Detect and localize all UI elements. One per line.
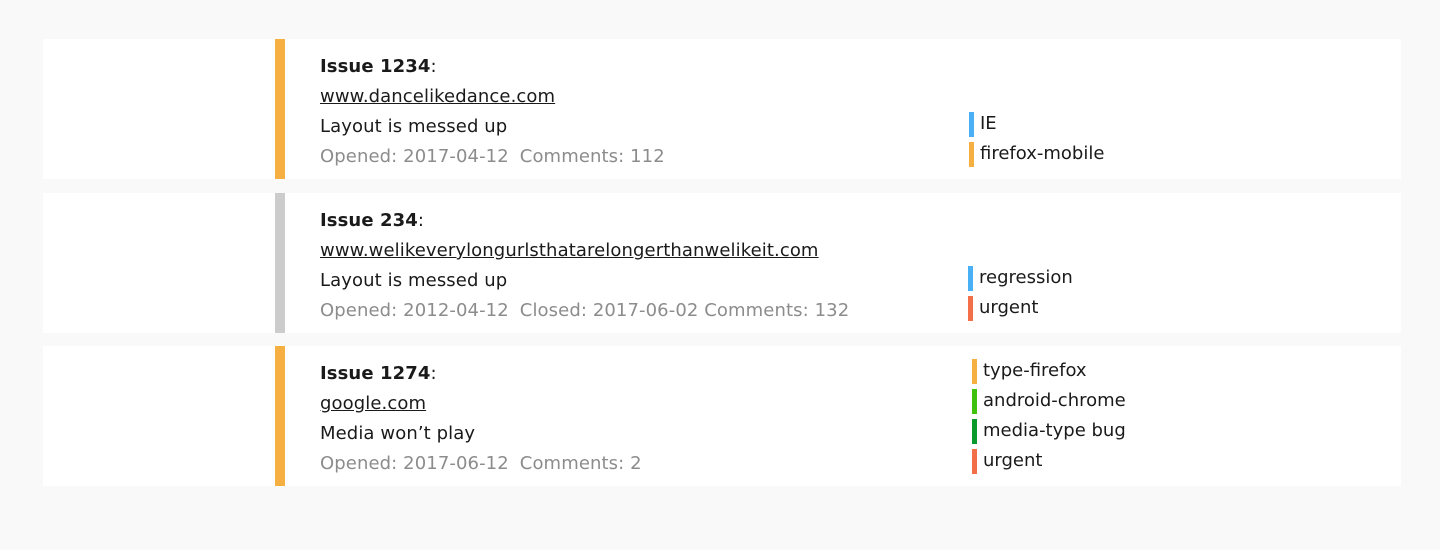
issue-title: Issue 1234: [320,52,665,82]
issue-labels: IE firefox-mobile [969,109,1104,169]
issue-opened-date: Opened: 2017-06-12 [320,453,509,474]
label-tag[interactable]: urgent [968,293,1073,323]
issue-status-bar [275,193,285,333]
issue-url-link[interactable]: www.welikeverylongurlsthatarelongerthanw… [320,240,819,261]
issue-card[interactable]: Issue 1234: www.dancelikedance.com Layou… [43,39,1401,179]
label-tag[interactable]: regression [968,263,1073,293]
issue-description: Layout is messed up [320,270,508,291]
label-tag[interactable]: firefox-mobile [969,139,1104,169]
issue-labels: type-firefox android-chrome media-type b… [972,356,1126,476]
issue-number: Issue 1274 [320,363,431,384]
issue-title: Issue 1274: [320,359,642,389]
issue-info: Issue 1234: www.dancelikedance.com Layou… [320,52,665,172]
issue-url-link[interactable]: www.dancelikedance.com [320,86,555,107]
label-tag[interactable]: android-chrome [972,386,1126,416]
issue-number: Issue 234 [320,210,418,231]
issue-url-link[interactable]: google.com [320,393,426,414]
issue-meta: Opened: 2017-06-12 Comments: 2 [320,449,642,479]
issue-closed-comments: Closed: 2017-06-02 Comments: 132 [519,300,850,321]
issue-number: Issue 1234 [320,56,431,77]
issue-comments-count: Comments: 2 [519,453,642,474]
issue-comments-count: Comments: 112 [519,146,665,167]
label-tag[interactable]: media-type bug [972,416,1126,446]
issue-info: Issue 1274: google.com Media won’t play … [320,359,642,479]
issue-labels: regression urgent [968,263,1073,323]
issue-opened-date: Opened: 2012-04-12 [320,300,509,321]
issue-meta: Opened: 2012-04-12 Closed: 2017-06-02 Com… [320,296,849,326]
issue-title: Issue 234: [320,206,849,236]
issue-info: Issue 234: www.welikeverylongurlsthatare… [320,206,849,326]
issue-card[interactable]: Issue 1274: google.com Media won’t play … [43,346,1401,486]
issue-meta: Opened: 2017-04-12 Comments: 112 [320,142,665,172]
issue-title-colon: : [417,210,425,231]
issue-status-bar [275,346,285,486]
issue-opened-date: Opened: 2017-04-12 [320,146,509,167]
issue-description: Layout is messed up [320,116,508,137]
issue-status-bar [275,39,285,179]
label-tag[interactable]: IE [969,109,1104,139]
issue-description: Media won’t play [320,423,476,444]
issue-list: Issue 1234: www.dancelikedance.com Layou… [43,39,1401,500]
label-tag[interactable]: urgent [972,446,1126,476]
issue-title-colon: : [430,363,437,384]
label-tag[interactable]: type-firefox [972,356,1126,386]
issue-card[interactable]: Issue 234: www.welikeverylongurlsthatare… [43,193,1401,333]
issue-title-colon: : [430,56,437,77]
